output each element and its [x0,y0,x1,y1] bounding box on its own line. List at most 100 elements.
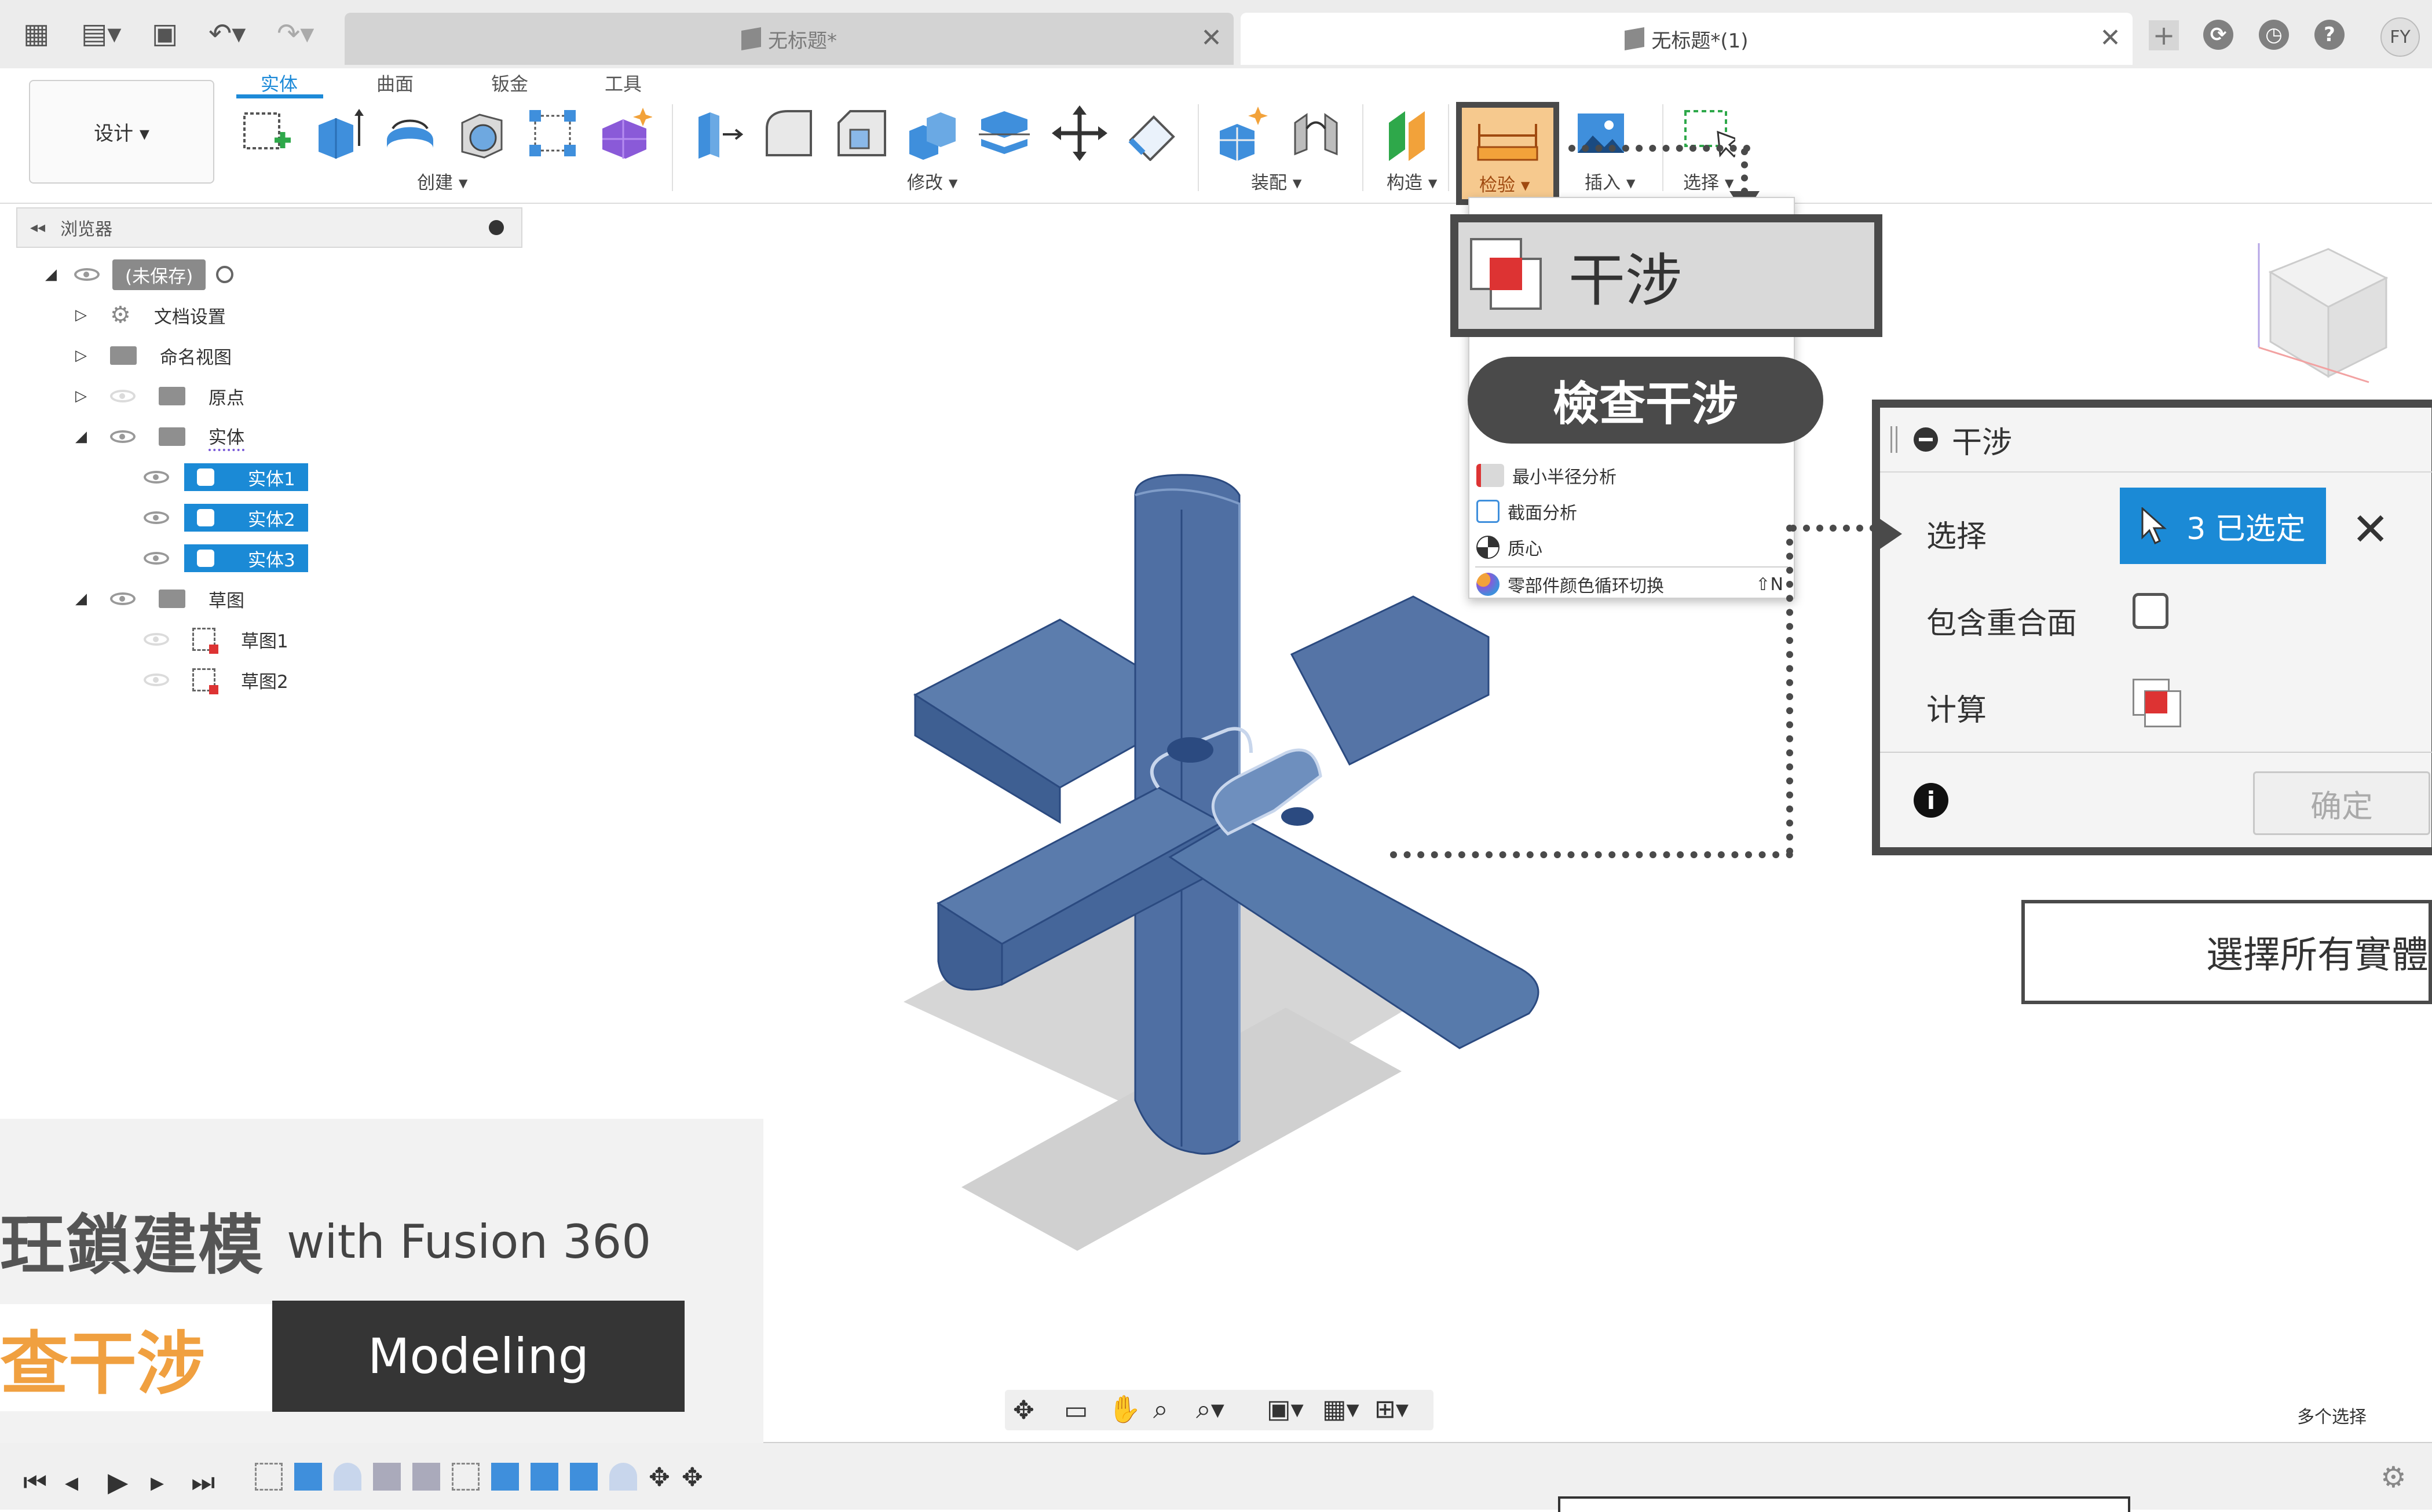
grid-settings-icon[interactable]: ▦▾ [1322,1394,1359,1424]
drag-handle-icon[interactable] [1890,426,1897,453]
document-tab-2[interactable]: 无标题*(1) ✕ [1241,13,2133,65]
avatar[interactable]: FY [2380,17,2420,57]
fillet-icon[interactable] [762,105,818,161]
compute-button[interactable] [2133,679,2181,727]
move-icon[interactable] [1052,105,1107,161]
combine-icon[interactable] [905,105,960,161]
hidden-eye-icon[interactable] [144,633,169,646]
info-icon[interactable]: i [1914,783,1948,818]
browser-item-bodies[interactable]: ◢ 实体 [75,420,244,453]
collapse-triangle-icon[interactable]: ◢ [75,428,87,445]
clear-selection-icon[interactable]: ✕ [2351,504,2389,556]
tab-tools[interactable]: 工具 [605,69,642,96]
revolve-icon[interactable] [382,105,438,161]
tab-sheet-metal[interactable]: 钣金 [491,69,528,96]
body-bar-right[interactable] [1290,595,1490,766]
timeline-features[interactable]: ✥ ✥ [255,1463,718,1498]
hidden-eye-icon[interactable] [144,673,169,686]
interference-menu-callout[interactable]: 干涉 [1450,214,1882,337]
create-group-label[interactable]: 创建 ▾ [417,168,467,194]
menu-item-min-radius[interactable]: 最小半径分析 [1476,457,1617,493]
rectangular-pattern-icon[interactable] [525,105,580,161]
new-component-icon[interactable] [1215,105,1271,161]
file-menu-icon[interactable]: ▤▾ [81,17,121,50]
physical-material-icon[interactable] [1124,105,1179,161]
hidden-eye-icon[interactable] [110,390,136,402]
press-pull-icon[interactable] [690,105,746,161]
timeline-play-icon[interactable]: ▶ [108,1466,128,1498]
timeline-last-icon[interactable]: ⏭ [191,1466,215,1499]
ok-button[interactable]: 确定 [2253,771,2430,835]
create-form-icon[interactable] [597,105,652,161]
timeline-first-icon[interactable]: ⏮ [23,1466,47,1499]
selection-button[interactable]: 3 已选定 [2120,488,2326,564]
extrude-icon[interactable] [310,105,366,161]
app-grid-icon[interactable]: ▦ [23,17,49,50]
include-coincident-checkbox[interactable] [2133,593,2168,629]
collapse-dialog-icon[interactable] [1914,427,1938,452]
viewports-icon[interactable]: ⊞▾ [1374,1394,1409,1424]
timeline-settings-gear-icon[interactable]: ⚙ [2380,1460,2407,1494]
browser-item-sketch-1[interactable]: 草图1 [144,623,288,656]
undo-icon[interactable]: ↶▾ [209,17,246,50]
redo-icon[interactable]: ↷▾ [277,17,314,50]
workspace-switcher-button[interactable]: 设计 ▾ [29,80,214,184]
construct-group-label[interactable]: 构造 ▾ [1387,168,1437,194]
menu-item-section-analysis[interactable]: 截面分析 [1476,493,1577,529]
browser-item-sketches[interactable]: ◢ 草图 [75,583,244,615]
timeline-move-icon[interactable]: ✥ [682,1463,703,1498]
visibility-eye-icon[interactable] [110,592,136,605]
offset-plane-icon[interactable] [1383,105,1439,161]
fit-icon[interactable]: ⌕▾ [1196,1393,1224,1426]
save-icon[interactable]: ▣ [152,17,178,50]
timeline-sketch-icon[interactable] [452,1463,480,1491]
timeline-scroll-area[interactable] [1558,1496,2130,1512]
new-tab-icon[interactable]: + [2149,20,2179,51]
timeline-combine-icon[interactable] [373,1463,401,1491]
timeline-extrude-icon[interactable] [570,1463,598,1491]
create-sketch-icon[interactable] [239,105,294,161]
body-3-selected[interactable]: 实体3 [184,544,308,572]
browser-item-named-views[interactable]: ▷ 命名视图 [75,339,232,372]
collapse-triangle-icon[interactable]: ◢ [75,590,87,607]
expand-triangle-icon[interactable]: ▷ [75,387,87,405]
insert-group-label[interactable]: 插入 ▾ [1585,168,1635,194]
browser-root-row[interactable]: ◢ (未保存) [45,258,234,291]
modify-group-label[interactable]: 修改 ▾ [907,168,957,194]
activate-radio-icon[interactable] [216,266,234,283]
tab-solid[interactable]: 实体 [261,69,298,96]
timeline-combine-icon[interactable] [412,1463,440,1491]
timeline-fillet-icon[interactable] [609,1463,637,1491]
menu-item-center-of-mass[interactable]: 质心 [1476,529,1542,565]
visibility-eye-icon[interactable] [74,268,100,281]
pan-icon[interactable]: ✋ [1108,1393,1141,1425]
timeline-extrude-icon[interactable] [491,1463,519,1491]
visibility-eye-icon[interactable] [110,430,136,443]
timeline-fillet-icon[interactable] [334,1463,361,1491]
browser-item-document-settings[interactable]: ▷ ⚙ 文档设置 [75,299,226,331]
display-settings-icon[interactable]: ▣▾ [1267,1394,1304,1424]
view-cube[interactable] [2236,232,2409,405]
expand-triangle-icon[interactable]: ▷ [75,347,87,364]
visibility-eye-icon[interactable] [144,511,169,524]
timeline-sketch-icon[interactable] [255,1463,283,1491]
extensions-icon[interactable]: ⟳ [2203,20,2233,50]
browser-item-body-3[interactable]: 实体3 [144,542,308,574]
select-tool-icon[interactable] [1680,105,1735,161]
visibility-eye-icon[interactable] [144,471,169,484]
browser-options-icon[interactable] [489,220,504,235]
orbit-icon[interactable]: ✥ [1013,1396,1034,1425]
zoom-icon[interactable]: ⌕ [1153,1393,1168,1426]
split-body-icon[interactable] [977,105,1032,161]
help-icon[interactable]: ? [2314,20,2345,50]
look-at-icon[interactable]: ▭ [1064,1396,1088,1425]
timeline-next-icon[interactable]: ▸ [151,1466,164,1498]
menu-item-component-color-cycling[interactable]: 零部件颜色循环切换 ⇧N [1476,566,1783,602]
timeline-extrude-icon[interactable] [294,1463,322,1491]
collapse-triangle-icon[interactable]: ◢ [45,266,57,283]
browser-item-origin[interactable]: ▷ 原点 [75,380,244,412]
insert-canvas-icon[interactable] [1573,105,1629,161]
chamfer-icon[interactable] [834,105,890,161]
tab-surface[interactable]: 曲面 [376,69,414,96]
job-status-icon[interactable]: ◷ [2259,20,2289,50]
